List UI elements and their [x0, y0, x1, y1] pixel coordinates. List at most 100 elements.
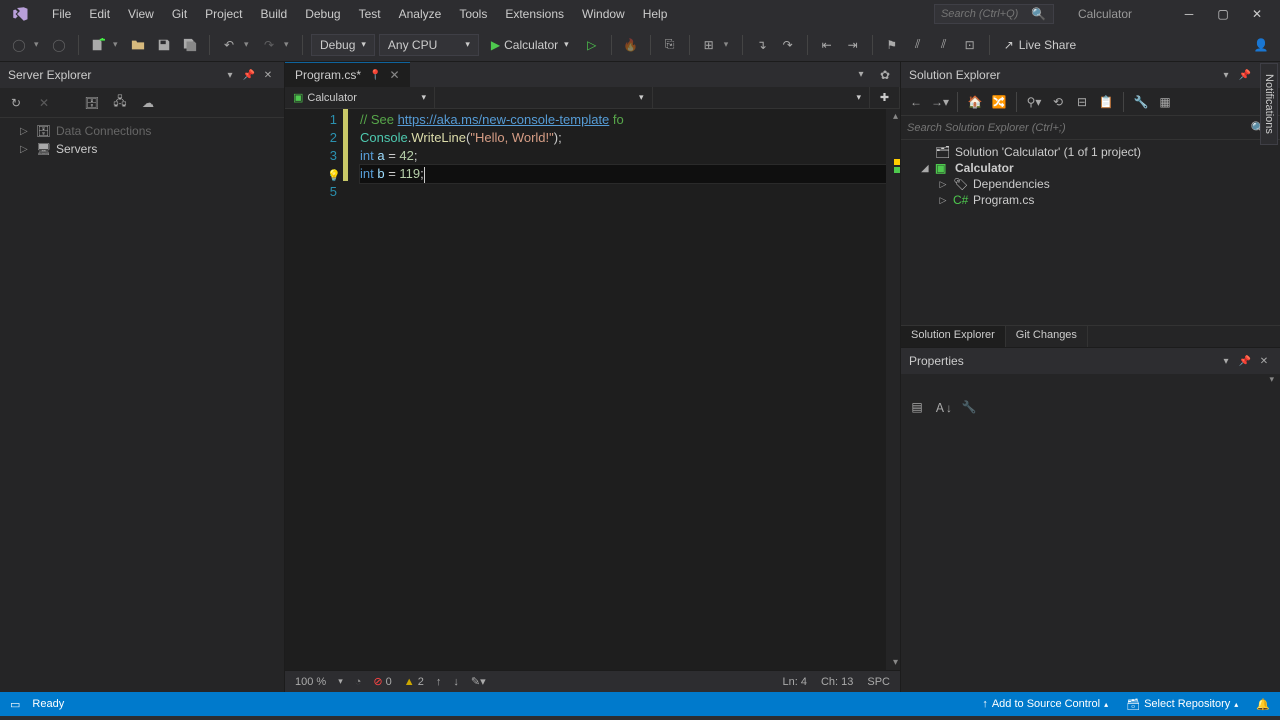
- menu-debug[interactable]: Debug: [297, 3, 348, 25]
- scroll-down-icon[interactable]: ▾: [893, 657, 898, 668]
- code-editor[interactable]: 1 2 3 4💡 5 // See https://aka.ms/new-con…: [285, 109, 900, 670]
- connect-db-button[interactable]: 🗄: [82, 93, 102, 113]
- zoom-level[interactable]: 100 %: [295, 676, 326, 688]
- solution-config-dropdown[interactable]: Debug▾: [311, 34, 375, 56]
- warning-count[interactable]: ▲ 2: [404, 676, 424, 688]
- menu-analyze[interactable]: Analyze: [391, 3, 450, 25]
- props-dropdown[interactable]: ▾: [1269, 374, 1274, 392]
- nav-forward-button[interactable]: ◯: [48, 34, 70, 56]
- preview-button[interactable]: ▦: [1154, 92, 1176, 112]
- browse-button[interactable]: ⎘: [659, 34, 681, 56]
- new-dropdown[interactable]: ▾: [113, 39, 123, 50]
- minimize-button[interactable]: ─: [1172, 2, 1206, 26]
- menu-help[interactable]: Help: [635, 3, 676, 25]
- code-area[interactable]: // See https://aka.ms/new-console-templa…: [348, 109, 886, 670]
- outdent-button[interactable]: ⇤: [816, 34, 838, 56]
- undo-dropdown[interactable]: ▾: [244, 39, 254, 50]
- panel-dropdown-button[interactable]: ▾: [1218, 67, 1234, 83]
- fwd-button[interactable]: →▾: [929, 92, 951, 112]
- tab-solution-explorer[interactable]: Solution Explorer: [901, 326, 1006, 347]
- solution-search[interactable]: 🔍 ▾: [901, 116, 1280, 140]
- close-button[interactable]: ✕: [1240, 2, 1274, 26]
- collapse-all-button[interactable]: ⊟: [1071, 92, 1093, 112]
- refresh-button[interactable]: ↻: [6, 93, 26, 113]
- show-all-button[interactable]: 📋: [1095, 92, 1117, 112]
- alphabetical-button[interactable]: Ａ↓: [933, 397, 953, 417]
- redo-dropdown[interactable]: ▾: [284, 39, 294, 50]
- platform-dropdown[interactable]: Any CPU▾: [379, 34, 479, 56]
- live-share-button[interactable]: ↗Live Share: [998, 38, 1082, 52]
- panel-close-button[interactable]: ✕: [1256, 353, 1272, 369]
- redo-button[interactable]: ↷: [258, 34, 280, 56]
- properties-grid[interactable]: [901, 422, 1280, 692]
- health-icon[interactable]: ◔: [355, 676, 362, 688]
- panel-pin-button[interactable]: 📌: [241, 67, 257, 83]
- undo-button[interactable]: ↶: [218, 34, 240, 56]
- file-node-program[interactable]: ▷C#Program.cs: [901, 192, 1280, 208]
- panel-close-button[interactable]: ✕: [260, 67, 276, 83]
- azure-button[interactable]: ☁: [138, 93, 158, 113]
- notifications-tab[interactable]: Notifications: [1260, 63, 1278, 145]
- menu-project[interactable]: Project: [197, 3, 250, 25]
- menu-file[interactable]: File: [44, 3, 79, 25]
- step-over-button[interactable]: ↷: [777, 34, 799, 56]
- insert-mode[interactable]: SPC: [867, 676, 890, 688]
- tree-item-servers[interactable]: ▷ 🖥 Servers: [0, 140, 284, 158]
- tab-git-changes[interactable]: Git Changes: [1006, 326, 1088, 347]
- pin-tab-icon[interactable]: 📍: [369, 70, 381, 81]
- panel-dropdown-button[interactable]: ▾: [1218, 353, 1234, 369]
- home-button[interactable]: 🏠: [964, 92, 986, 112]
- save-all-button[interactable]: [179, 34, 201, 56]
- select-repository-button[interactable]: 🗃Select Repository▴: [1126, 698, 1238, 711]
- maximize-button[interactable]: ▢: [1206, 2, 1240, 26]
- new-project-button[interactable]: [87, 34, 109, 56]
- panel-pin-button[interactable]: 📌: [1237, 67, 1253, 83]
- menu-edit[interactable]: Edit: [81, 3, 118, 25]
- nav-up-button[interactable]: ↑: [436, 676, 442, 688]
- solution-search-input[interactable]: [907, 122, 1251, 134]
- output-icon[interactable]: ▭: [10, 698, 20, 711]
- open-file-button[interactable]: [127, 34, 149, 56]
- nav-back-dropdown[interactable]: ▾: [34, 39, 44, 50]
- menu-tools[interactable]: Tools: [451, 3, 495, 25]
- connect-server-button[interactable]: 🖧: [110, 93, 130, 113]
- solution-node[interactable]: 🗂Solution 'Calculator' (1 of 1 project): [901, 144, 1280, 160]
- hot-reload-button[interactable]: 🔥: [620, 34, 642, 56]
- indent-button[interactable]: ⇥: [842, 34, 864, 56]
- menu-test[interactable]: Test: [351, 3, 389, 25]
- file-tab-program[interactable]: Program.cs* 📍 ✕: [285, 62, 410, 87]
- filter-button[interactable]: ⚲▾: [1023, 92, 1045, 112]
- panel-pin-button[interactable]: 📌: [1237, 353, 1253, 369]
- feedback-button[interactable]: 👤: [1250, 34, 1272, 56]
- back-button[interactable]: ←: [905, 92, 927, 112]
- props-wrench-button[interactable]: 🔧: [959, 397, 979, 417]
- tab-settings-button[interactable]: ✿: [874, 64, 896, 86]
- toggle-button[interactable]: ⊡: [959, 34, 981, 56]
- cursor-line[interactable]: Ln: 4: [782, 676, 806, 688]
- menu-build[interactable]: Build: [253, 3, 296, 25]
- add-source-control-button[interactable]: ↑Add to Source Control▴: [982, 698, 1108, 710]
- dependencies-node[interactable]: ▷🏷Dependencies: [901, 176, 1280, 192]
- scroll-up-icon[interactable]: ▴: [893, 111, 898, 122]
- nav-split-button[interactable]: ✚: [870, 87, 900, 108]
- menu-git[interactable]: Git: [164, 3, 195, 25]
- comment-button[interactable]: ⫽: [907, 34, 929, 56]
- notifications-bell-icon[interactable]: 🔔: [1256, 698, 1270, 711]
- bookmark-button[interactable]: ⚑: [881, 34, 903, 56]
- nav-project-dropdown[interactable]: ▣Calculator▾: [285, 87, 435, 108]
- project-node[interactable]: ◢▣Calculator: [901, 160, 1280, 176]
- stop-button[interactable]: ✕: [34, 93, 54, 113]
- menu-extensions[interactable]: Extensions: [497, 3, 572, 25]
- nav-down-button[interactable]: ↓: [453, 676, 459, 688]
- quick-search-input[interactable]: [941, 8, 1031, 20]
- close-tab-button[interactable]: ✕: [389, 68, 399, 82]
- editor-overview-ruler[interactable]: ▴ ▾: [886, 109, 900, 670]
- nav-type-dropdown[interactable]: ▾: [435, 87, 653, 108]
- step-into-button[interactable]: ↴: [751, 34, 773, 56]
- sync-button[interactable]: ⟲: [1047, 92, 1069, 112]
- nav-back-button[interactable]: ◯: [8, 34, 30, 56]
- start-debug-button[interactable]: ▶Calculator▾: [483, 34, 577, 56]
- cursor-col[interactable]: Ch: 13: [821, 676, 853, 688]
- menu-view[interactable]: View: [120, 3, 162, 25]
- uncomment-button[interactable]: ⫽: [933, 34, 955, 56]
